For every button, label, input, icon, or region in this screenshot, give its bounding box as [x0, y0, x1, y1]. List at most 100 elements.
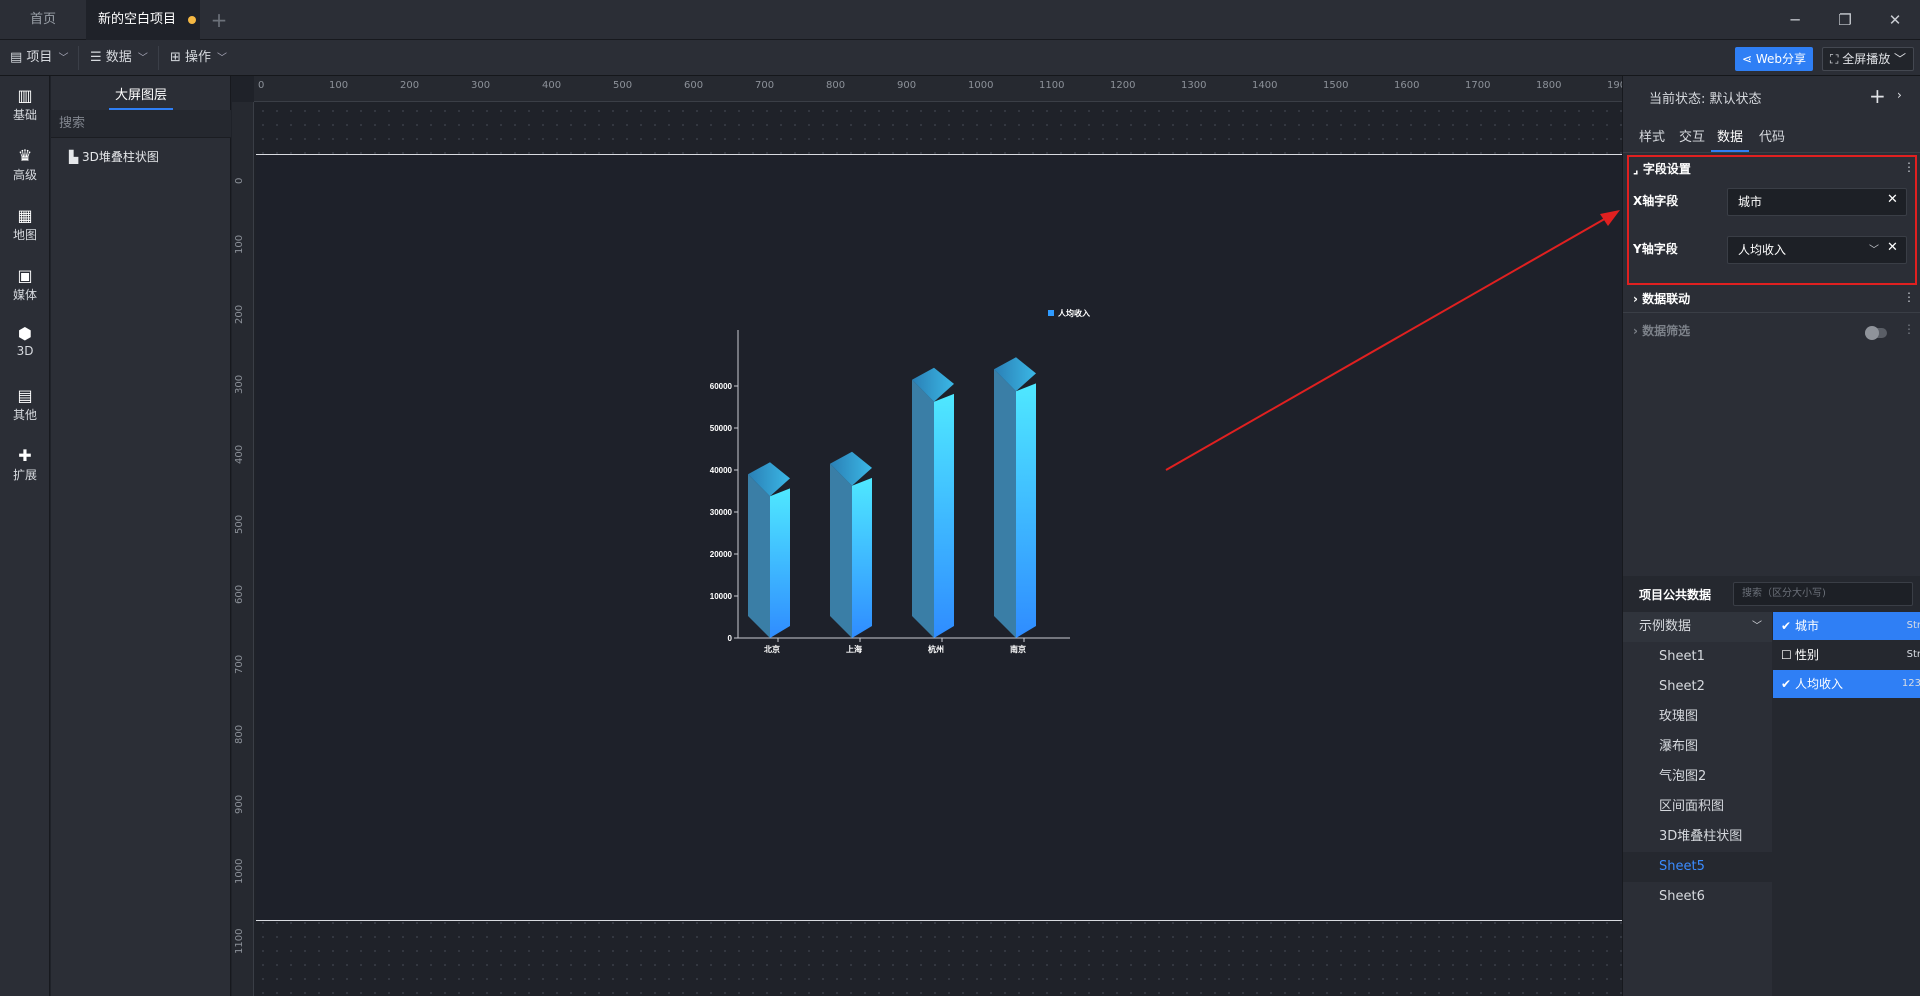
- y-field-select[interactable]: 人均收入: [1727, 236, 1907, 264]
- field-type: 123: [1901, 678, 1920, 689]
- tab-style[interactable]: 样式: [1639, 126, 1665, 152]
- current-state-label: 当前状态: 默认状态: [1649, 92, 1762, 107]
- dataset-group[interactable]: 示例数据 ﹀: [1623, 612, 1772, 642]
- tab-project[interactable]: 新的空白项目: [86, 0, 200, 40]
- map-icon: ▦: [17, 206, 33, 225]
- chevron-down-icon: ﹀: [1890, 52, 1907, 66]
- dataset-item[interactable]: 气泡图2: [1623, 762, 1772, 792]
- rail-item-3d[interactable]: ⬢ 3D: [0, 324, 50, 358]
- more-icon[interactable]: ⋮: [1903, 322, 1915, 336]
- field-item[interactable]: ✔ 城市 Str: [1773, 612, 1920, 640]
- fullscreen-button[interactable]: ⛶ 全屏播放 ﹀: [1822, 47, 1914, 71]
- ruler-tick-label: 900: [897, 80, 917, 91]
- chevron-right-icon: ›: [1633, 292, 1643, 306]
- dataset-list: 示例数据 ﹀ Sheet1 Sheet2 玫瑰图 瀑布图 气泡图2 区间面积图 3…: [1623, 612, 1772, 996]
- dataset-item[interactable]: 玫瑰图: [1623, 702, 1772, 732]
- dataset-item-active[interactable]: Sheet5: [1623, 852, 1772, 882]
- checkbox-icon: ☐: [1781, 648, 1792, 662]
- ruler-tick-label: 800: [826, 80, 846, 91]
- x-tick-label: 南京: [1010, 644, 1026, 654]
- dataset-item[interactable]: 区间面积图: [1623, 792, 1772, 822]
- y-tick-label: 60000: [710, 382, 733, 391]
- more-icon[interactable]: ⋮: [1903, 290, 1915, 304]
- field-item[interactable]: ✔ 人均收入 123: [1773, 670, 1920, 698]
- field-settings-header[interactable]: ⌟ 字段设置: [1633, 160, 1691, 177]
- rail-label: 基础: [12, 108, 37, 122]
- dataset-item[interactable]: 瀑布图: [1623, 732, 1772, 762]
- ruler-left[interactable]: 0 100 200 300 400 500 600 700 800 900 1000 1100: [232, 102, 254, 996]
- data-filter-toggle[interactable]: [1865, 326, 1887, 340]
- ruler-tick-label: 100: [234, 234, 245, 254]
- y-tick-label: 0: [728, 634, 733, 643]
- grid-icon: ⊞: [170, 50, 186, 65]
- close-button[interactable]: ✕: [1870, 0, 1920, 40]
- add-state-icon[interactable]: +: [1869, 84, 1886, 108]
- annotation-arrow: [1165, 210, 1620, 471]
- more-icon[interactable]: ⋮: [1903, 160, 1915, 174]
- x-field-select[interactable]: 城市: [1727, 188, 1907, 216]
- menu-project[interactable]: ▤ 项目 ﹀: [10, 40, 68, 76]
- menu-operate[interactable]: ⊞ 操作 ﹀: [170, 40, 227, 76]
- dataset-item[interactable]: Sheet1: [1623, 642, 1772, 672]
- y-field-clear-icon[interactable]: ✕: [1887, 240, 1898, 255]
- layer-panel-title[interactable]: 大屏图层: [109, 84, 173, 110]
- data-filter-header[interactable]: › 数据筛选: [1633, 322, 1690, 339]
- ruler-tick-label: 1100: [1039, 80, 1065, 91]
- y-tick-label: 50000: [710, 424, 733, 433]
- bar-front: [852, 477, 872, 638]
- ruler-tick-label: 500: [234, 514, 245, 534]
- rail-item-map[interactable]: ▦ 地图: [0, 206, 50, 243]
- ruler-tick-label: 0: [234, 177, 245, 184]
- x-field-value: 城市: [1738, 195, 1763, 209]
- public-data-panel: 项目公共数据 搜索（区分大小写) 示例数据 ﹀ Sheet1 Sheet2 玫瑰图…: [1623, 576, 1920, 996]
- ruler-tick-label: 1800: [1536, 80, 1562, 91]
- tab-data[interactable]: 数据: [1711, 126, 1750, 152]
- file-icon: ▤: [10, 50, 27, 65]
- layer-folder-icon: ▙: [69, 150, 83, 164]
- dataset-item[interactable]: Sheet6: [1623, 882, 1772, 912]
- bar-side: [994, 369, 1016, 638]
- dataset-item[interactable]: Sheet2: [1623, 672, 1772, 702]
- data-link-header[interactable]: › 数据联动: [1633, 290, 1690, 307]
- divider: [158, 46, 159, 70]
- layer-search-input[interactable]: 搜索: [51, 110, 231, 138]
- database-icon: ☰: [90, 50, 106, 65]
- tab-project-label: 新的空白项目: [98, 12, 177, 27]
- layer-item-label: 3D堆叠柱状图: [82, 150, 159, 164]
- layer-item[interactable]: ▙ 3D堆叠柱状图: [69, 148, 159, 165]
- field-item[interactable]: ☐ 性别 Str: [1773, 641, 1920, 669]
- bar-chart-3d[interactable]: 0 10000 20000 30000 40000 50000 60000 北京 上海 杭州 南京 人…: [690, 296, 1090, 666]
- ruler-tick-label: 300: [471, 80, 491, 91]
- tab-interaction[interactable]: 交互: [1679, 126, 1705, 152]
- ruler-tick-label: 1700: [1465, 80, 1491, 91]
- ruler-top[interactable]: 0 100 200 300 400 500 600 700 800 900 1000 1100 1200…: [254, 76, 1632, 102]
- restore-button[interactable]: ❐: [1820, 0, 1870, 40]
- rail-label: 扩展: [12, 468, 37, 482]
- minimize-button[interactable]: ─: [1770, 0, 1820, 40]
- rail-item-basic[interactable]: ▥ 基础: [0, 86, 50, 123]
- rail-item-extend[interactable]: ✚ 扩展: [0, 446, 50, 483]
- toolbar: ▤ 项目 ﹀ ☰ 数据 ﹀ ⊞ 操作 ﹀ ⋖ Web分享 ⛶ 全屏播放 ﹀: [0, 40, 1920, 76]
- web-share-button[interactable]: ⋖ Web分享: [1735, 47, 1813, 71]
- component-rail: ▥ 基础 ♛ 高级 ▦ 地图 ▣ 媒体 ⬢ 3D ▤ 其他 ✚ 扩展: [0, 76, 50, 996]
- chevron-right-icon[interactable]: ›: [1897, 88, 1902, 102]
- rail-item-media[interactable]: ▣ 媒体: [0, 266, 50, 303]
- ruler-tick-label: 600: [234, 584, 245, 604]
- y-field-value: 人均收入: [1738, 243, 1787, 257]
- y-tick-label: 10000: [710, 592, 733, 601]
- ruler-tick-label: 1200: [1110, 80, 1136, 91]
- menu-data[interactable]: ☰ 数据 ﹀: [90, 40, 148, 76]
- public-data-search-input[interactable]: 搜索（区分大小写): [1733, 582, 1913, 606]
- chevron-down-icon[interactable]: ﹀: [1869, 241, 1879, 256]
- divider: [1623, 152, 1920, 153]
- rail-item-other[interactable]: ▤ 其他: [0, 386, 50, 423]
- dataset-item[interactable]: 3D堆叠柱状图: [1623, 822, 1772, 852]
- rail-item-advanced[interactable]: ♛ 高级: [0, 146, 50, 183]
- bar-side: [912, 379, 934, 638]
- tab-code[interactable]: 代码: [1759, 126, 1785, 152]
- x-field-clear-icon[interactable]: ✕: [1887, 192, 1898, 207]
- ruler-tick-label: 1000: [234, 858, 245, 884]
- ruler-tick-label: 1000: [968, 80, 994, 91]
- tab-home[interactable]: 首页: [0, 0, 86, 40]
- add-tab-button[interactable]: +: [204, 0, 234, 40]
